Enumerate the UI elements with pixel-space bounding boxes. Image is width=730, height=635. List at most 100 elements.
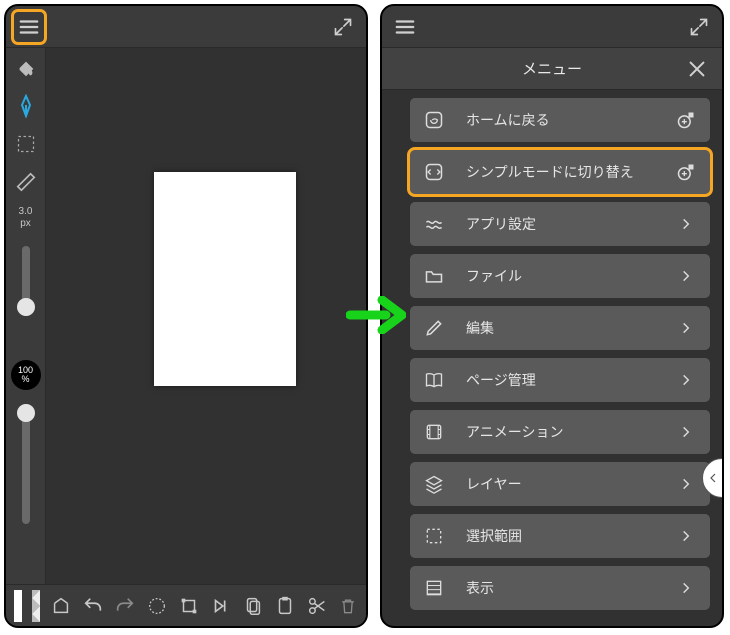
skip-icon [210,595,232,617]
marquee-icon [422,524,446,548]
expand-icon [333,17,353,37]
app-window-left: 3.0 px 100 % [4,4,368,628]
brush-size-slider[interactable] [22,246,30,316]
chevron-right-icon [674,472,698,496]
menu-item-home[interactable]: ホームに戻る [410,98,710,142]
grid-view-icon [422,576,446,600]
app-window-right: メニュー ホームに戻る シンプルモードに切り替え アプリ設定 [380,4,724,628]
menu-item-label: アプリ設定 [466,214,674,234]
top-bar [382,6,722,48]
menu-button[interactable] [14,12,44,42]
menu-item-label: 選択範囲 [466,526,674,546]
chevron-right-icon [674,576,698,600]
trash-button[interactable] [338,594,358,618]
add-shortcut-icon[interactable] [674,160,698,184]
spiral-icon [422,108,446,132]
tool-sidebar: 3.0 px 100 % [6,48,46,584]
chevron-right-icon [674,264,698,288]
bottom-toolbar-2 [6,584,366,626]
menu-item-edit[interactable]: 編集 [410,306,710,350]
pen-tool[interactable] [12,92,40,120]
transform-icon [178,595,200,617]
folder-icon [422,264,446,288]
layers-icon [422,472,446,496]
marquee-icon [16,134,36,154]
save-icon [50,595,72,617]
chevron-right-icon [674,212,698,236]
brush-size-label: 3.0 px [6,206,45,230]
transform-button[interactable] [178,594,200,618]
menu-item-view[interactable]: 表示 [410,566,710,610]
ruler-icon [15,171,37,193]
menu-item-animation[interactable]: アニメーション [410,410,710,454]
menu-item-label: ファイル [466,266,674,286]
background-color-swatch[interactable] [14,590,22,622]
fullscreen-button[interactable] [684,12,714,42]
menu-header: メニュー [382,48,722,90]
menu-item-label: シンプルモードに切り替え [466,162,674,182]
wave-icon [422,212,446,236]
menu-list: ホームに戻る シンプルモードに切り替え アプリ設定 ファイル 編集 [382,90,722,618]
bucket-icon [15,57,37,79]
ruler-tool[interactable] [12,168,40,196]
menu-item-file[interactable]: ファイル [410,254,710,298]
fullscreen-button[interactable] [328,12,358,42]
brush-size-value: 3.0 [6,206,45,218]
menu-item-app-settings[interactable]: アプリ設定 [410,202,710,246]
hamburger-icon [18,16,40,38]
undo-button[interactable] [82,594,104,618]
add-shortcut-icon[interactable] [674,108,698,132]
close-icon [686,58,708,80]
cut-button[interactable] [306,594,328,618]
redo-button[interactable] [114,594,136,618]
chevron-left-icon [707,469,719,487]
zoom-badge[interactable]: 100 % [11,360,41,390]
menu-item-simple-mode[interactable]: シンプルモードに切り替え [410,150,710,194]
menu-item-label: レイヤー [466,474,674,494]
menu-item-page[interactable]: ページ管理 [410,358,710,402]
bucket-tool[interactable] [12,54,40,82]
clipboard-icon [274,595,296,617]
paste-button[interactable] [274,594,296,618]
redo-icon [114,595,136,617]
slider-knob[interactable] [17,298,35,316]
chevron-right-icon [674,420,698,444]
menu-item-label: ページ管理 [466,370,674,390]
zoom-slider[interactable] [22,404,30,524]
menu-item-layer[interactable]: レイヤー [410,462,710,506]
copy-icon [242,595,264,617]
brush-size-unit: px [6,218,45,230]
menu-close-button[interactable] [682,54,712,84]
clear-button[interactable] [146,594,168,618]
menu-item-label: アニメーション [466,422,674,442]
save-button[interactable] [50,594,72,618]
chevron-right-icon [674,316,698,340]
menu-title: メニュー [522,58,582,79]
menu-button[interactable] [390,12,420,42]
menu-item-label: ホームに戻る [466,110,674,130]
undo-icon [82,595,104,617]
marquee-tool[interactable] [12,130,40,158]
copy-button[interactable] [242,594,264,618]
zoom-unit: % [21,375,29,384]
film-icon [422,420,446,444]
menu-item-label: 編集 [466,318,674,338]
top-bar [6,6,366,48]
skip-button[interactable] [210,594,232,618]
menu-item-selection[interactable]: 選択範囲 [410,514,710,558]
chevron-right-icon [674,368,698,392]
hamburger-icon [394,16,416,38]
canvas[interactable] [154,172,296,386]
scissors-icon [306,595,328,617]
expand-icon [689,17,709,37]
burst-icon [146,595,168,617]
slider-knob[interactable] [17,404,35,422]
pencil-icon [422,316,446,340]
canvas-area[interactable] [46,48,366,584]
transparent-swatch[interactable] [32,590,40,622]
book-icon [422,368,446,392]
chevron-right-icon [674,524,698,548]
switch-mode-icon [422,160,446,184]
trash-icon [338,595,358,617]
pen-nib-icon [14,94,38,118]
